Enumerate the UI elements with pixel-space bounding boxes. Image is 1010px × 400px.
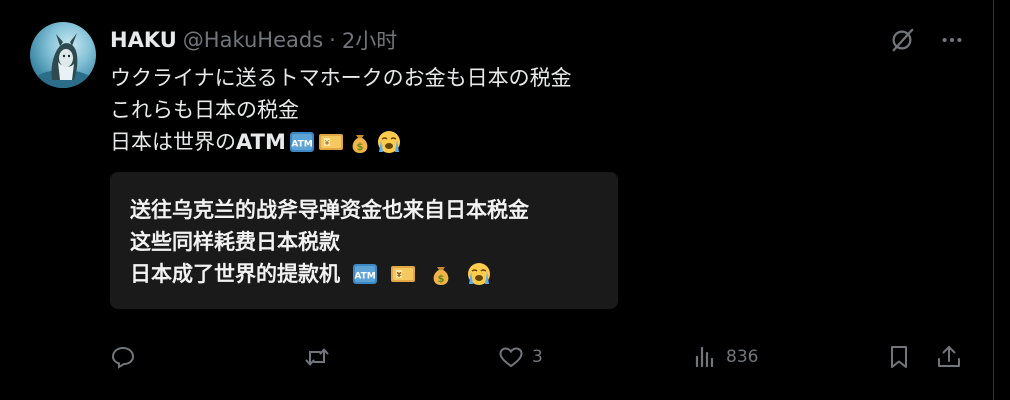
like-icon: [498, 344, 524, 370]
translation-line-3: 日本成了世界的提款机 ATM ¥ $: [130, 258, 598, 290]
reply-icon: [110, 344, 136, 370]
column-border: [993, 0, 994, 400]
translation-line-1: 送往乌克兰的战斧导弹资金也来自日本税金: [130, 198, 529, 222]
post-body-line-3: 日本は世界の ATM ATM ¥ $: [110, 126, 970, 158]
atm-emoji-icon: ATM: [352, 261, 378, 287]
bookmark-icon: [886, 344, 912, 370]
post-timestamp[interactable]: 2小时: [342, 25, 397, 55]
view-count: 836: [726, 347, 759, 367]
post-actions-bar: 3 836: [110, 344, 964, 374]
like-button[interactable]: 3: [498, 344, 543, 370]
repost-icon: [304, 344, 330, 370]
translation-line-3-text: 日本成了世界的提款机: [130, 262, 340, 286]
atm-text: ATM: [236, 130, 286, 154]
yen-banknote-icon: ¥: [390, 261, 416, 287]
post-body-line-1: ウクライナに送るトマホークのお金も日本の税金: [110, 66, 572, 90]
post-header: HAKU @HakuHeads · 2小时: [110, 26, 397, 54]
post-body-line-2: これらも日本の税金: [110, 98, 299, 122]
yen-banknote-icon: ¥: [318, 129, 344, 155]
post-body-line-3-text: 日本は世界の: [110, 130, 236, 154]
share-button[interactable]: [936, 344, 962, 370]
svg-text:$: $: [438, 274, 445, 285]
money-bag-icon: $: [347, 129, 373, 155]
views-icon: [692, 344, 718, 370]
like-count: 3: [532, 347, 543, 367]
svg-text:¥: ¥: [325, 139, 330, 147]
svg-text:ATM: ATM: [291, 140, 312, 150]
separator-dot: ·: [329, 28, 336, 52]
share-icon: [936, 344, 962, 370]
user-handle[interactable]: @HakuHeads: [183, 28, 323, 52]
svg-text:ATM: ATM: [354, 272, 375, 282]
crying-face-icon: [376, 129, 402, 155]
display-name[interactable]: HAKU: [110, 28, 177, 52]
crying-face-icon: [466, 261, 492, 287]
money-bag-icon: $: [428, 261, 454, 287]
more-icon[interactable]: [938, 26, 966, 54]
post-top-actions: [888, 26, 966, 54]
svg-text:¥: ¥: [397, 271, 402, 279]
bookmark-button[interactable]: [886, 344, 912, 370]
translation-line-2: 这些同样耗费日本税款: [130, 230, 340, 254]
atm-emoji-icon: ATM: [289, 129, 315, 155]
reply-button[interactable]: [110, 344, 144, 370]
svg-text:$: $: [356, 142, 363, 153]
translation-box: 送往乌克兰的战斧导弹资金也来自日本税金 这些同样耗费日本税款 日本成了世界的提款…: [110, 172, 618, 309]
views-button[interactable]: 836: [692, 344, 758, 370]
grok-icon[interactable]: [888, 26, 916, 54]
repost-button[interactable]: [304, 344, 338, 370]
avatar[interactable]: [30, 22, 96, 88]
post-body: ウクライナに送るトマホークのお金も日本の税金 これらも日本の税金 日本は世界の …: [110, 62, 970, 158]
